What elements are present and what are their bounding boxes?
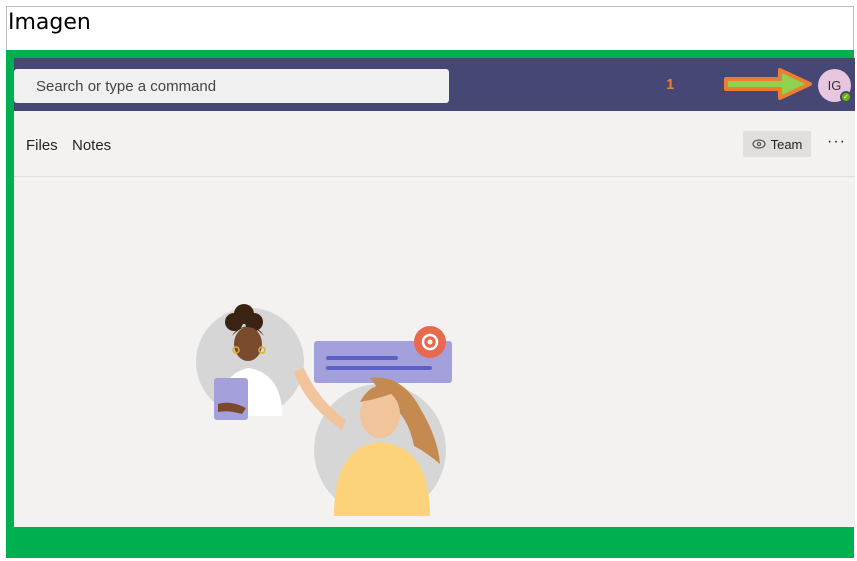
eye-icon [751,139,766,149]
slide-caption: Imagen [8,10,91,35]
team-button[interactable]: Team [743,131,811,157]
more-options-button[interactable]: ··· [827,133,846,151]
channel-tabs: Files Notes Team ··· [14,111,855,177]
top-bar: Search or type a command 1 IG ✓ [14,58,855,111]
annotation-arrow-icon [724,68,812,100]
annotation-number: 1 [666,76,675,93]
search-input[interactable]: Search or type a command [14,69,449,103]
tab-notes[interactable]: Notes [72,137,111,154]
search-placeholder: Search or type a command [36,77,217,95]
status-available-icon: ✓ [840,91,852,103]
teams-window: Search or type a command 1 IG ✓ Files No… [14,58,855,527]
welcome-illustration [196,304,452,516]
avatar-initials: IG [827,78,842,93]
tab-files[interactable]: Files [26,137,58,154]
team-button-label: Team [770,136,803,152]
